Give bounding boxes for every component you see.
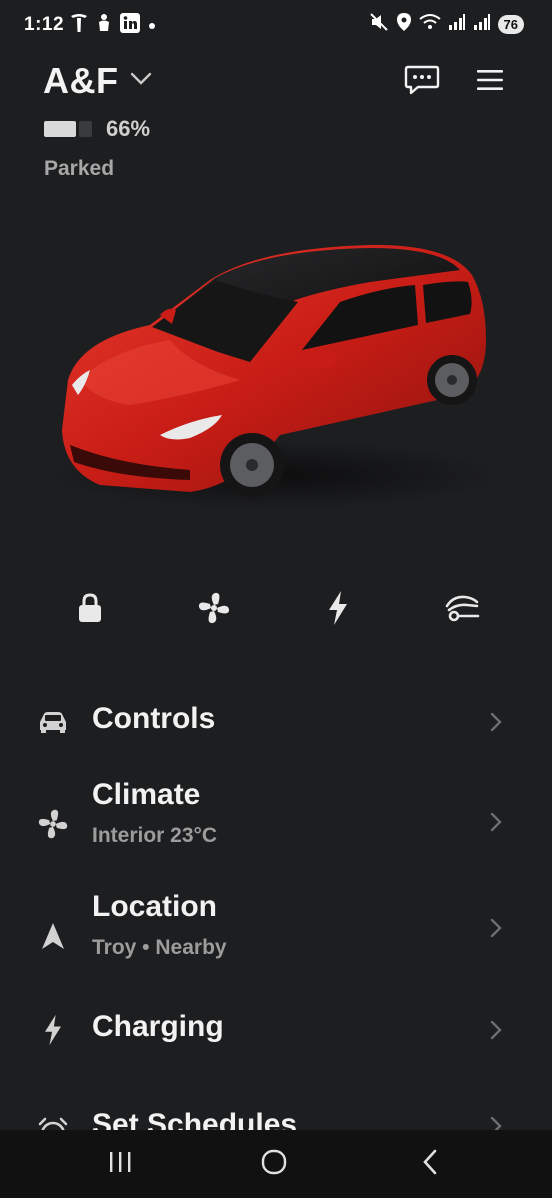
chevron-right-icon (486, 916, 506, 940)
menu-item-controls[interactable]: Controls (0, 680, 552, 764)
hand-icon (96, 13, 112, 38)
menu-item-location[interactable]: Location Troy • Nearby (0, 886, 552, 986)
chevron-down-icon (129, 71, 153, 92)
status-bar: 1:12 76 (0, 0, 552, 52)
battery-status: 66% (44, 116, 150, 142)
dot-icon (148, 17, 156, 35)
battery-fill (44, 121, 76, 137)
signal-icon (473, 14, 491, 35)
chevron-right-icon (486, 810, 506, 834)
menu-item-climate[interactable]: Climate Interior 23°C (0, 774, 552, 874)
car-remote-icon (443, 592, 481, 629)
linkedin-icon (120, 13, 140, 38)
back-icon (420, 1149, 440, 1180)
chevron-right-icon (486, 1114, 506, 1130)
status-right-icons: 76 (369, 12, 524, 37)
battery-icon (44, 118, 94, 140)
signal-icon (448, 14, 466, 35)
menu-item-subtitle: Interior 23°C (92, 824, 218, 847)
tesla-icon (70, 13, 88, 38)
back-button[interactable] (408, 1146, 452, 1182)
menu-item-title: Set Schedules (92, 1108, 298, 1130)
car-selector[interactable]: A&F (43, 60, 153, 102)
fan-icon (197, 591, 231, 630)
navigation-arrow-icon (33, 916, 73, 956)
chat-bubble-icon (404, 64, 440, 101)
menu-item-title: Climate (92, 778, 201, 811)
vehicle-header: A&F 66% Parked (0, 52, 552, 192)
bolt-icon (326, 590, 350, 631)
home-icon (260, 1148, 288, 1181)
mute-icon (369, 12, 389, 37)
menu-item-title: Charging (92, 1010, 224, 1043)
car-icon (33, 702, 73, 742)
battery-percent: 66% (106, 116, 151, 141)
menu-item-subtitle: Troy • Nearby (92, 936, 227, 959)
car-image (40, 230, 510, 530)
car-status: Parked (44, 157, 115, 180)
menu-item-title: Location (92, 890, 217, 923)
bolt-icon (33, 1010, 73, 1050)
chevron-right-icon (486, 710, 506, 734)
fan-icon (33, 804, 73, 844)
status-left-icons (70, 13, 156, 38)
alarm-clock-icon (33, 1112, 73, 1130)
system-nav-bar (0, 1130, 552, 1198)
car-name: A&F (43, 60, 119, 101)
wifi-icon (418, 13, 441, 36)
climate-quick-button[interactable] (192, 588, 236, 632)
messages-button[interactable] (402, 62, 442, 102)
menu-button[interactable] (470, 62, 510, 102)
charge-quick-button[interactable] (316, 588, 360, 632)
status-time: 1:12 (24, 14, 65, 35)
chevron-right-icon (486, 1018, 506, 1042)
menu-item-set-schedules[interactable]: Set Schedules (0, 1100, 552, 1130)
quick-actions (0, 580, 552, 640)
home-button[interactable] (252, 1146, 296, 1182)
menu-item-title: Controls (92, 702, 216, 735)
menu-item-charging[interactable]: Charging (0, 1000, 552, 1084)
status-battery: 76 (497, 15, 524, 34)
location-pin-icon (396, 12, 412, 37)
lock-button[interactable] (68, 588, 112, 632)
recent-apps-button[interactable] (98, 1146, 142, 1182)
hamburger-menu-icon (475, 68, 505, 97)
summon-quick-button[interactable] (440, 588, 484, 632)
recent-apps-icon (107, 1150, 133, 1179)
lock-icon (76, 592, 104, 629)
